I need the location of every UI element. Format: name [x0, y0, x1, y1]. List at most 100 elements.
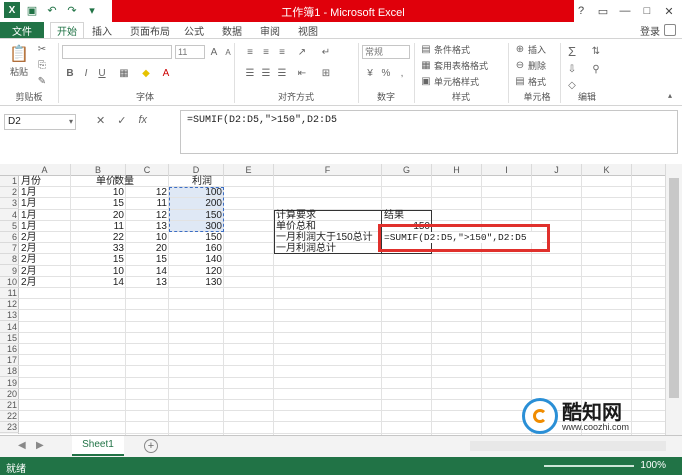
cancel-icon[interactable]: ✕ — [96, 114, 105, 127]
data-cell[interactable]: 11 — [71, 221, 126, 232]
row-header[interactable]: 17 — [0, 355, 19, 367]
data-cell[interactable]: 2月 — [19, 277, 71, 288]
insert-function-icon[interactable]: fx — [138, 114, 147, 127]
insert-cells-button[interactable]: ⊕ 插入 — [514, 43, 546, 56]
data-cell[interactable]: 14 — [126, 266, 169, 277]
delete-cells-button[interactable]: ⊖ 删除 — [514, 59, 546, 72]
paste-button[interactable]: 📋 粘贴 — [8, 43, 30, 78]
tab-formulas[interactable]: 公式 — [180, 22, 208, 38]
tab-file[interactable]: 文件 — [0, 22, 44, 38]
data-cell[interactable]: 12 — [126, 210, 169, 221]
data-cell[interactable]: 10 — [126, 232, 169, 243]
next-sheet-icon[interactable]: ▶ — [36, 440, 44, 451]
cut-icon[interactable]: ✂ — [36, 43, 48, 55]
column-header[interactable]: K — [582, 164, 632, 176]
bold-icon[interactable]: B — [64, 67, 76, 79]
data-cell[interactable]: 13 — [126, 221, 169, 232]
sheet-tab[interactable]: Sheet1 — [72, 436, 124, 456]
format-as-table-button[interactable]: ▦ 套用表格格式 — [420, 59, 488, 72]
increase-font-icon[interactable]: A — [208, 46, 220, 58]
row-header[interactable]: 22 — [0, 411, 19, 423]
italic-icon[interactable]: I — [80, 67, 92, 79]
row-header[interactable]: 6 — [0, 232, 19, 243]
data-cell[interactable]: 20 — [126, 243, 169, 254]
row-header[interactable]: 4 — [0, 210, 19, 221]
undo-icon[interactable]: ↶ — [44, 2, 60, 18]
copy-icon[interactable]: ⎘ — [36, 59, 48, 71]
data-cell[interactable]: 150 — [169, 232, 224, 243]
data-cell[interactable]: 1月 — [19, 198, 71, 209]
help-icon[interactable]: ? — [570, 0, 592, 22]
align-middle-icon[interactable]: ≡ — [260, 46, 272, 58]
font-color-icon[interactable]: A — [160, 67, 172, 79]
minimize-icon[interactable]: — — [614, 0, 636, 22]
zoom-slider[interactable] — [544, 465, 634, 467]
row-header[interactable]: 15 — [0, 333, 19, 344]
column-header[interactable]: E — [224, 164, 274, 176]
data-cell[interactable]: 2月 — [19, 243, 71, 254]
chevron-down-icon[interactable]: ▾ — [69, 115, 73, 129]
save-icon[interactable]: ▣ — [24, 2, 40, 18]
align-top-icon[interactable]: ≡ — [244, 46, 256, 58]
formula-input[interactable]: =SUMIF(D2:D5,">150",D2:D5 — [180, 110, 678, 154]
side-table-cell[interactable]: 结果 — [382, 210, 432, 221]
data-cell[interactable]: 130 — [169, 277, 224, 288]
data-cell[interactable]: 140 — [169, 254, 224, 265]
row-header[interactable]: 18 — [0, 366, 19, 378]
data-cell[interactable]: 1月 — [19, 210, 71, 221]
maximize-icon[interactable]: □ — [636, 0, 658, 22]
cell-styles-button[interactable]: ▣ 单元格样式 — [420, 75, 479, 88]
side-table-cell[interactable]: 一月利润总计 — [274, 243, 382, 254]
column-header[interactable]: D — [169, 164, 224, 176]
row-header[interactable]: 23 — [0, 422, 19, 434]
side-table-cell[interactable]: 单价总和 — [274, 221, 382, 232]
collapse-ribbon-icon[interactable]: ▴ — [664, 89, 676, 101]
fill-icon[interactable]: ⇩ — [566, 63, 578, 75]
enter-icon[interactable]: ✓ — [117, 114, 126, 127]
orientation-icon[interactable]: ↗ — [296, 46, 308, 58]
font-name-combo[interactable] — [62, 45, 172, 59]
row-header[interactable]: 5 — [0, 221, 19, 232]
row-header[interactable]: 8 — [0, 254, 19, 266]
redo-icon[interactable]: ↷ — [64, 2, 80, 18]
vertical-scrollbar-thumb[interactable] — [669, 178, 679, 398]
column-header[interactable]: F — [274, 164, 382, 176]
format-painter-icon[interactable]: ✎ — [36, 75, 48, 87]
data-cell[interactable]: 22 — [71, 232, 126, 243]
underline-icon[interactable]: U — [96, 67, 108, 79]
find-select-icon[interactable]: ⚲ — [590, 63, 602, 75]
tab-page-layout[interactable]: 页面布局 — [126, 22, 174, 38]
signin-link[interactable]: 登录 — [640, 23, 660, 38]
format-cells-button[interactable]: ▤ 格式 — [514, 75, 546, 88]
header-cell[interactable]: 数量 — [112, 176, 155, 187]
row-header[interactable]: 20 — [0, 389, 19, 400]
data-cell[interactable]: 1月 — [19, 187, 71, 198]
row-header[interactable]: 11 — [0, 288, 19, 299]
data-cell[interactable]: 20 — [71, 210, 126, 221]
column-header[interactable]: G — [382, 164, 432, 176]
row-header[interactable]: 10 — [0, 277, 19, 288]
data-cell[interactable]: 13 — [126, 277, 169, 288]
row-header[interactable]: 1 — [0, 176, 19, 187]
sort-filter-icon[interactable]: ⇅ — [590, 45, 602, 57]
tab-insert[interactable]: 插入 — [88, 22, 116, 38]
merge-center-icon[interactable]: ⊞ — [320, 67, 332, 79]
decrease-font-icon[interactable]: A — [222, 46, 234, 58]
data-cell[interactable]: 120 — [169, 266, 224, 277]
align-left-icon[interactable]: ☰ — [244, 67, 256, 79]
row-header[interactable]: 21 — [0, 400, 19, 411]
horizontal-scrollbar[interactable] — [470, 441, 666, 451]
align-center-icon[interactable]: ☰ — [260, 67, 272, 79]
currency-icon[interactable]: ¥ — [364, 67, 376, 79]
conditional-format-button[interactable]: ▤ 条件格式 — [420, 43, 470, 56]
name-box[interactable]: D2 ▾ — [4, 114, 76, 130]
align-bottom-icon[interactable]: ≡ — [276, 46, 288, 58]
ribbon-display-icon[interactable]: ▭ — [592, 0, 614, 22]
data-cell[interactable]: 15 — [71, 254, 126, 265]
borders-icon[interactable]: ▦ — [118, 67, 130, 79]
fill-color-icon[interactable]: ◆ — [140, 67, 152, 79]
comma-style-icon[interactable]: , — [396, 67, 408, 79]
header-cell[interactable]: 月份 — [19, 176, 71, 187]
side-table-cell[interactable]: 一月利润大于150总计 — [274, 232, 382, 243]
autosum-icon[interactable]: Σ — [566, 44, 578, 59]
